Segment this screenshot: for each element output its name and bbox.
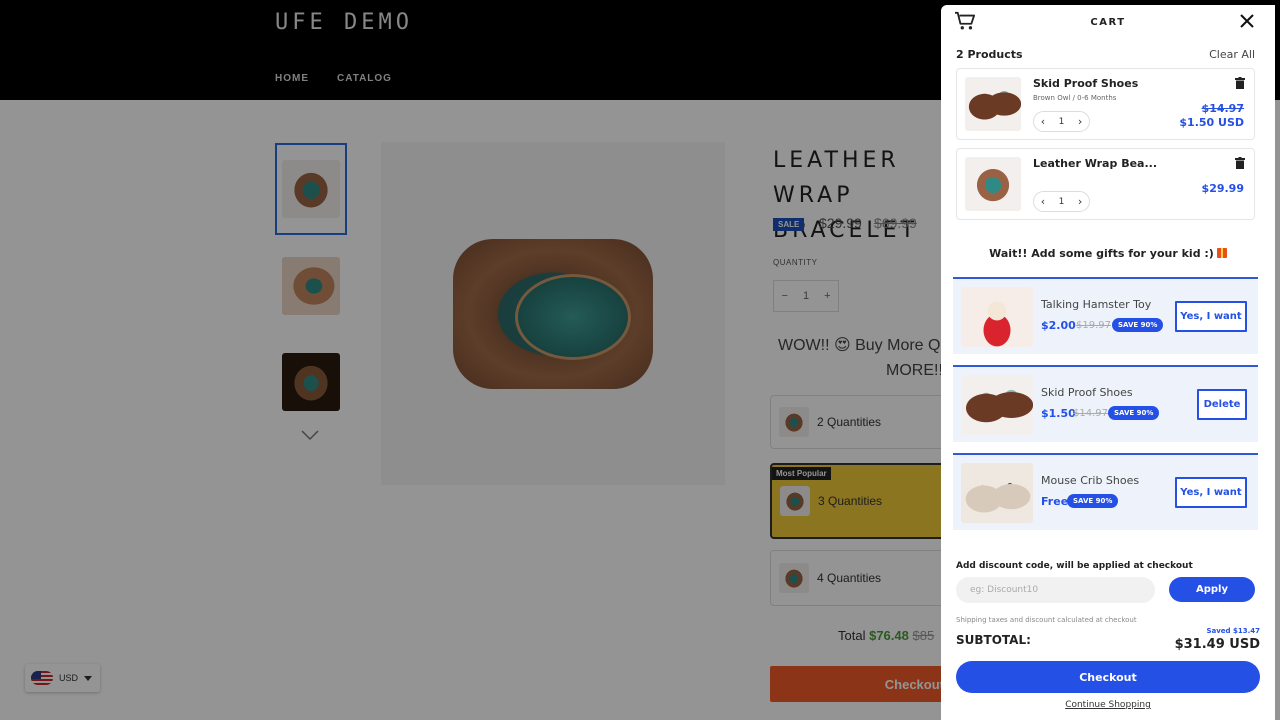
checkout-button[interactable]: Checkout (956, 661, 1260, 693)
decrease-button[interactable]: ‹ (1041, 116, 1045, 127)
add-upsell-button[interactable]: Yes, I want (1175, 477, 1247, 508)
decrease-button[interactable]: ‹ (1041, 196, 1045, 207)
upsell-heading-text: Wait!! Add some gifts for your kid :) (989, 247, 1214, 260)
upsell-item: Talking Hamster Toy $2.00 $19.97 SAVE 90… (953, 277, 1258, 354)
cart-header: CART (941, 5, 1275, 40)
upsell-compare-price: $14.97 (1073, 408, 1108, 419)
upsell-item: Mouse Crib Shoes Free SAVE 90% Yes, I wa… (953, 453, 1258, 530)
cart-line-item: Leather Wrap Bea... ‹ 1 › $29.99 (956, 148, 1255, 220)
saved-amount: Saved $13.47 (1206, 627, 1260, 635)
upsell-name: Skid Proof Shoes (1041, 386, 1133, 399)
increase-button[interactable]: › (1078, 116, 1082, 127)
save-badge: SAVE 90% (1108, 406, 1160, 420)
line-item-compare-price: $14.97 (1201, 102, 1244, 115)
continue-shopping: Continue Shopping (941, 700, 1275, 710)
continue-shopping-link[interactable]: Continue Shopping (1065, 700, 1151, 710)
delete-upsell-button[interactable]: Delete (1197, 389, 1247, 420)
line-item-price: $1.50 USD (1179, 116, 1244, 129)
increase-button[interactable]: › (1078, 196, 1082, 207)
cart-item-count: 2 Products (956, 48, 1023, 61)
upsell-compare-price: $19.97 (1076, 320, 1111, 331)
upsell-name: Mouse Crib Shoes (1041, 474, 1140, 487)
trash-icon[interactable] (1235, 77, 1245, 89)
subtotal-value: $31.49 USD (1174, 637, 1260, 652)
apply-discount-button[interactable]: Apply (1169, 577, 1255, 602)
close-icon[interactable] (1239, 13, 1255, 29)
upsell-price: $2.00 (1041, 319, 1076, 332)
line-item-quantity[interactable]: 1 (1059, 117, 1065, 127)
upsell-image[interactable] (961, 375, 1033, 435)
shipping-note: Shipping taxes and discount calculated a… (956, 616, 1137, 624)
upsell-image[interactable] (961, 287, 1033, 347)
add-upsell-button[interactable]: Yes, I want (1175, 301, 1247, 332)
trash-icon[interactable] (1235, 157, 1245, 169)
clear-all-button[interactable]: Clear All (1209, 48, 1255, 61)
line-item-name[interactable]: Leather Wrap Bea... (1033, 157, 1157, 170)
save-badge: SAVE 90% (1067, 494, 1119, 508)
quantity-stepper: ‹ 1 › (1033, 191, 1090, 212)
upsell-image[interactable] (961, 463, 1033, 523)
upsell-price: $1.50 (1041, 407, 1076, 420)
cart-drawer: CART 2 Products Clear All Skid Proof Sho… (941, 5, 1275, 720)
line-item-quantity[interactable]: 1 (1059, 197, 1065, 207)
line-item-variant: Brown Owl / 0-6 Months (1033, 94, 1117, 102)
line-item-price: $29.99 (1201, 182, 1244, 195)
line-item-name[interactable]: Skid Proof Shoes (1033, 77, 1138, 90)
line-item-image[interactable] (965, 77, 1021, 131)
cart-title: CART (1090, 17, 1126, 28)
upsell-heading: Wait!! Add some gifts for your kid :) (941, 247, 1275, 260)
save-badge: SAVE 90% (1112, 318, 1164, 332)
discount-code-input[interactable] (956, 577, 1155, 603)
upsell-name: Talking Hamster Toy (1041, 298, 1152, 311)
upsell-item: Skid Proof Shoes $1.50 $14.97 SAVE 90% D… (953, 365, 1258, 442)
cart-line-item: Skid Proof Shoes Brown Owl / 0-6 Months … (956, 68, 1255, 140)
subtotal-label: SUBTOTAL: (956, 633, 1031, 647)
cart-count-row: 2 Products Clear All (956, 48, 1255, 61)
gift-icon (1216, 248, 1227, 258)
discount-label: Add discount code, will be applied at ch… (956, 561, 1193, 571)
upsell-price: Free (1041, 495, 1069, 508)
line-item-image[interactable] (965, 157, 1021, 211)
quantity-stepper: ‹ 1 › (1033, 111, 1090, 132)
